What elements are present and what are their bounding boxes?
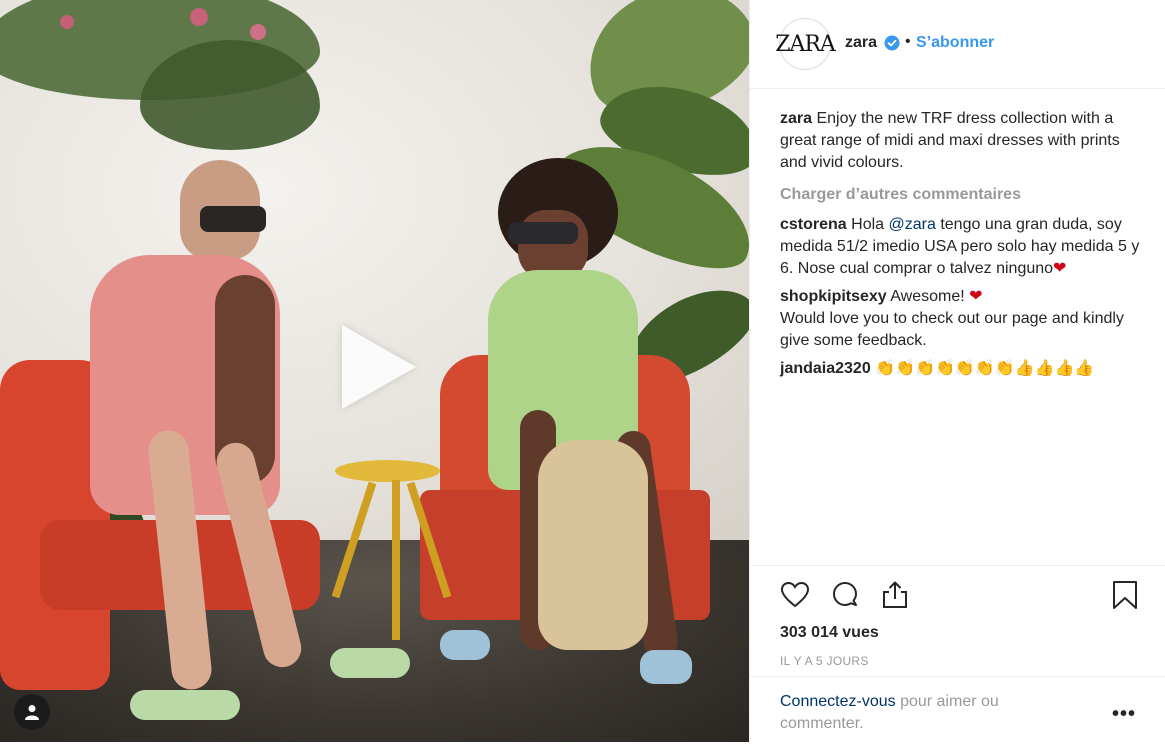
login-link[interactable]: Connectez-vous: [780, 693, 896, 710]
post-video[interactable]: [0, 0, 749, 742]
heart-emoji: ❤: [1053, 260, 1067, 277]
comment-item: cstorena Hola @zara tengo una gran duda,…: [780, 214, 1150, 280]
sunglasses: [200, 206, 266, 232]
flip-flop: [440, 630, 490, 660]
post: ZARA zara • S’abonner zara Enjoy the new…: [0, 0, 1165, 742]
comment-username[interactable]: shopkipitsexy: [780, 288, 887, 305]
comment-icon[interactable]: [830, 580, 860, 610]
play-icon[interactable]: [342, 325, 416, 409]
post-timestamp: IL Y A 5 JOURS: [780, 654, 869, 668]
caption-username[interactable]: zara: [780, 110, 812, 127]
heart-icon[interactable]: [780, 580, 810, 610]
comment-username[interactable]: cstorena: [780, 216, 847, 233]
flip-flop: [640, 650, 692, 684]
flower: [60, 15, 74, 29]
sunglasses: [508, 222, 578, 244]
verified-badge-icon: [884, 35, 900, 51]
avatar-logo-text: ZARA: [775, 31, 836, 57]
comment-mention[interactable]: @zara: [889, 216, 936, 233]
flip-flop: [130, 690, 240, 720]
post-sidebar: ZARA zara • S’abonner zara Enjoy the new…: [749, 0, 1165, 742]
comments-list: zara Enjoy the new TRF dress collection …: [780, 108, 1150, 386]
post-actions: 303 014 vues IL Y A 5 JOURS Connectez-vo…: [750, 565, 1165, 743]
load-more-comments-button[interactable]: Charger d’autres commentaires: [780, 184, 1150, 206]
side-table: [335, 460, 440, 482]
comment-item: shopkipitsexy Awesome! ❤ Would love you …: [780, 286, 1150, 352]
view-count: 303 014 vues: [780, 624, 879, 641]
bookmark-icon[interactable]: [1110, 580, 1140, 610]
flip-flop: [330, 648, 410, 678]
comment-text: Hola: [851, 216, 889, 233]
flower: [250, 24, 266, 40]
caption-text: Enjoy the new TRF dress collection with …: [780, 110, 1120, 171]
share-icon[interactable]: [880, 580, 910, 610]
comment-text: Would love you to check out our page and…: [780, 310, 1124, 349]
login-prompt-text: Connectez-vous pour aimer ou commenter.: [780, 691, 1080, 735]
tagged-users-button[interactable]: [14, 694, 50, 730]
flower: [190, 8, 208, 26]
comment-item: jandaia2320 👏👏👏👏👏👏👏👍👍👍👍: [780, 358, 1150, 380]
more-options-button[interactable]: •••: [1112, 703, 1136, 726]
caption: zara Enjoy the new TRF dress collection …: [780, 108, 1150, 174]
wooden-bead-bag: [538, 440, 648, 650]
table-leg: [392, 480, 400, 640]
comment-text: Awesome!: [890, 288, 970, 305]
follow-button[interactable]: S’abonner: [916, 34, 994, 52]
heart-emoji: ❤: [969, 288, 983, 305]
post-header: ZARA zara • S’abonner: [750, 0, 1165, 89]
comment-username[interactable]: jandaia2320: [780, 360, 871, 377]
user-icon: [25, 705, 39, 720]
login-prompt: Connectez-vous pour aimer ou commenter. …: [750, 676, 1165, 744]
username[interactable]: zara: [845, 34, 877, 52]
avatar[interactable]: ZARA: [775, 18, 836, 70]
separator-dot: •: [905, 33, 911, 50]
comment-text: 👏👏👏👏👏👏👏👍👍👍👍: [875, 360, 1095, 377]
